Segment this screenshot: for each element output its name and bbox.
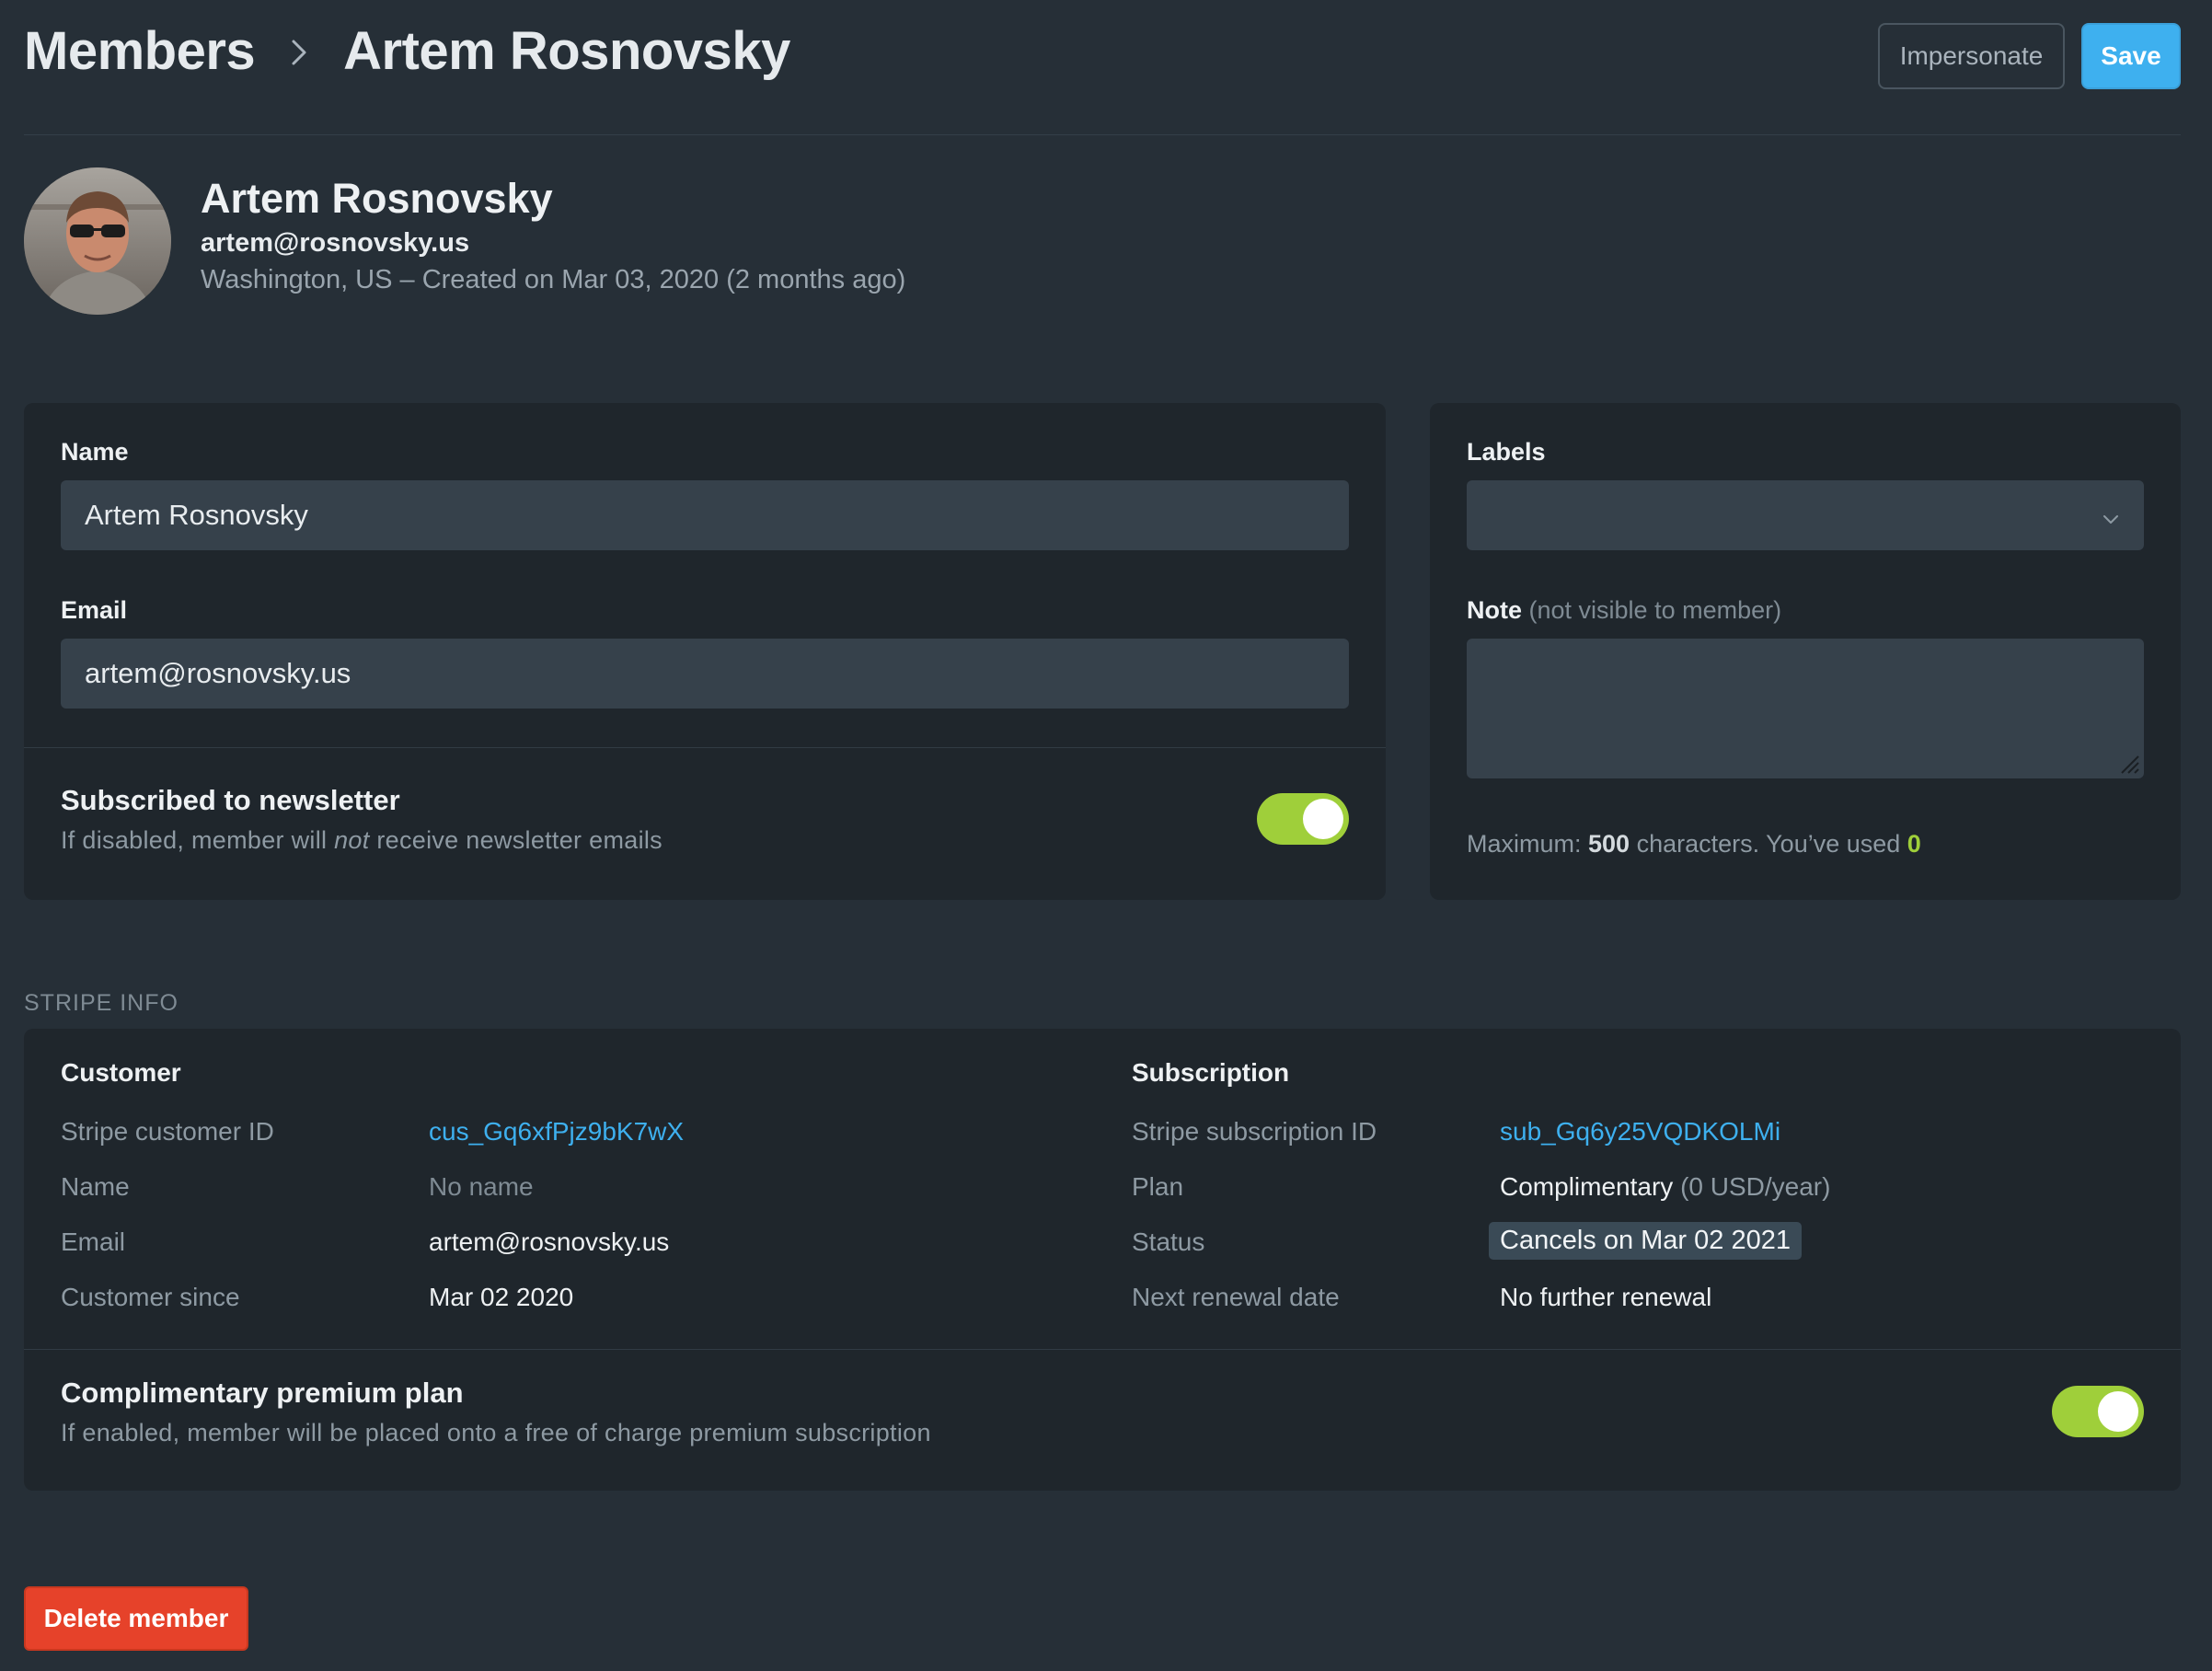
save-button[interactable]: Save <box>2081 23 2181 89</box>
note-char-count: Maximum: 500 characters. You’ve used 0 <box>1467 830 1921 858</box>
email-label: Email <box>61 596 128 624</box>
page-header: Members Artem Rosnovsky Impersonate Save <box>24 0 2181 135</box>
customer-id-link[interactable]: cus_Gq6xfPjz9bK7wX <box>429 1117 684 1147</box>
member-profile: Artem Rosnovsky artem@rosnovsky.us Washi… <box>24 167 1128 315</box>
subscription-title: Subscription <box>1132 1058 1290 1087</box>
resize-grip-icon[interactable] <box>2116 751 2140 775</box>
labels-select[interactable] <box>1467 480 2144 550</box>
header-actions: Impersonate Save <box>1878 23 2181 89</box>
stripe-section-title: STRIPE INFO <box>24 990 179 1016</box>
plan-value: Complimentary (0 USD/year) <box>1500 1172 1831 1201</box>
delete-member-button[interactable]: Delete member <box>24 1586 248 1651</box>
member-name: Artem Rosnovsky <box>201 175 553 222</box>
labels-note-card: Labels Note (not visible to member) Maxi… <box>1430 403 2181 900</box>
customer-name-key: Name <box>61 1172 130 1201</box>
newsletter-title: Subscribed to newsletter <box>61 784 400 816</box>
breadcrumb-current: Artem Rosnovsky <box>343 21 790 81</box>
status-key: Status <box>1132 1227 1205 1256</box>
member-details-card: Name Artem Rosnovsky Email artem@rosnovs… <box>24 403 1386 900</box>
customer-since-key: Customer since <box>61 1283 240 1311</box>
customer-email-key: Email <box>61 1227 126 1256</box>
stripe-info-card: Customer Stripe customer ID cus_Gq6xfPjz… <box>24 1029 2181 1491</box>
divider <box>24 747 1386 748</box>
name-label: Name <box>61 438 129 466</box>
subscription-id-key: Stripe subscription ID <box>1132 1117 1377 1146</box>
newsletter-description: If disabled, member will not receive new… <box>61 826 662 854</box>
member-email: artem@rosnovsky.us <box>201 228 470 258</box>
breadcrumb-members-link[interactable]: Members <box>24 20 256 82</box>
customer-email-value: artem@rosnovsky.us <box>429 1227 670 1256</box>
subscription-id-link[interactable]: sub_Gq6y25VQDKOLMi <box>1500 1117 1780 1147</box>
note-label: Note (not visible to member) <box>1467 596 1782 624</box>
toggle-knob <box>1303 799 1343 839</box>
toggle-knob <box>2098 1391 2138 1432</box>
status-badge: Cancels on Mar 02 2021 <box>1489 1222 1802 1260</box>
impersonate-button[interactable]: Impersonate <box>1878 23 2065 89</box>
customer-id-key: Stripe customer ID <box>61 1117 274 1146</box>
complimentary-toggle[interactable] <box>2052 1386 2144 1437</box>
chevron-down-icon <box>2100 504 2122 526</box>
customer-since-value: Mar 02 2020 <box>429 1283 574 1311</box>
customer-title: Customer <box>61 1058 181 1087</box>
email-input[interactable]: artem@rosnovsky.us <box>61 639 1349 709</box>
labels-label: Labels <box>1467 438 1546 466</box>
name-input[interactable]: Artem Rosnovsky <box>61 480 1349 550</box>
newsletter-toggle[interactable] <box>1257 793 1349 845</box>
customer-name-value: No name <box>429 1172 534 1201</box>
chevron-right-icon <box>275 28 323 75</box>
renewal-value: No further renewal <box>1500 1283 1712 1311</box>
note-textarea[interactable] <box>1467 639 2144 778</box>
divider <box>24 1349 2181 1350</box>
member-meta: Washington, US – Created on Mar 03, 2020… <box>201 265 906 294</box>
complimentary-description: If enabled, member will be placed onto a… <box>61 1419 931 1446</box>
renewal-key: Next renewal date <box>1132 1283 1340 1311</box>
complimentary-title: Complimentary premium plan <box>61 1377 464 1409</box>
breadcrumb: Members Artem Rosnovsky <box>24 20 790 82</box>
avatar <box>24 167 171 315</box>
plan-key: Plan <box>1132 1172 1184 1201</box>
